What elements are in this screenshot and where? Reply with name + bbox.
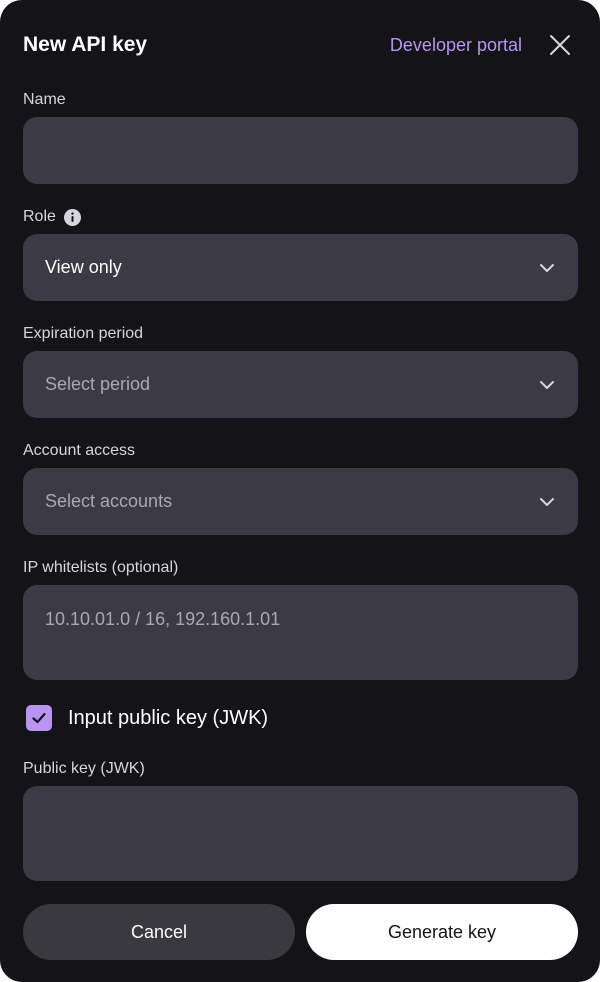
expiration-select-placeholder: Select period [45, 374, 151, 394]
account-access-label-text: Account access [23, 442, 136, 459]
ip-whitelist-label-text: IP whitelists (optional) [23, 559, 179, 576]
new-api-key-modal: New API key Developer portal Name Role V… [0, 0, 600, 982]
cancel-button[interactable]: Cancel [23, 904, 295, 960]
name-label-text: Name [23, 91, 66, 108]
expiration-label: Expiration period [23, 324, 143, 344]
role-select[interactable]: View only [23, 234, 578, 301]
chevron-down-icon [540, 497, 554, 506]
public-key-label-text: Public key (JWK) [23, 760, 145, 777]
name-label: Name [23, 90, 66, 110]
close-icon [550, 35, 570, 55]
chevron-down-icon [540, 380, 554, 389]
modal-title: New API key [23, 33, 148, 56]
public-key-checkbox[interactable] [26, 705, 52, 731]
name-input[interactable] [23, 117, 578, 184]
account-access-select[interactable]: Select accounts [23, 468, 578, 535]
account-access-select-placeholder: Select accounts [45, 491, 173, 511]
checkmark-icon [32, 712, 46, 724]
ip-whitelist-label: IP whitelists (optional) [23, 558, 178, 578]
generate-key-button[interactable]: Generate key [306, 904, 578, 960]
ip-whitelist-input[interactable] [23, 585, 578, 680]
info-icon[interactable] [63, 208, 81, 226]
expiration-label-text: Expiration period [23, 325, 144, 342]
chevron-down-icon [540, 263, 554, 272]
public-key-checkbox-row[interactable]: Input public key (JWK) [26, 705, 268, 731]
role-label: Role [23, 207, 81, 227]
close-button[interactable] [547, 32, 573, 58]
account-access-label: Account access [23, 441, 135, 461]
public-key-checkbox-label: Input public key (JWK) [68, 706, 269, 729]
public-key-label: Public key (JWK) [23, 759, 145, 779]
expiration-select[interactable]: Select period [23, 351, 578, 418]
public-key-input[interactable] [23, 786, 578, 881]
role-label-text: Role [23, 208, 56, 225]
developer-portal-link[interactable]: Developer portal [390, 30, 522, 60]
role-select-value: View only [45, 257, 122, 277]
